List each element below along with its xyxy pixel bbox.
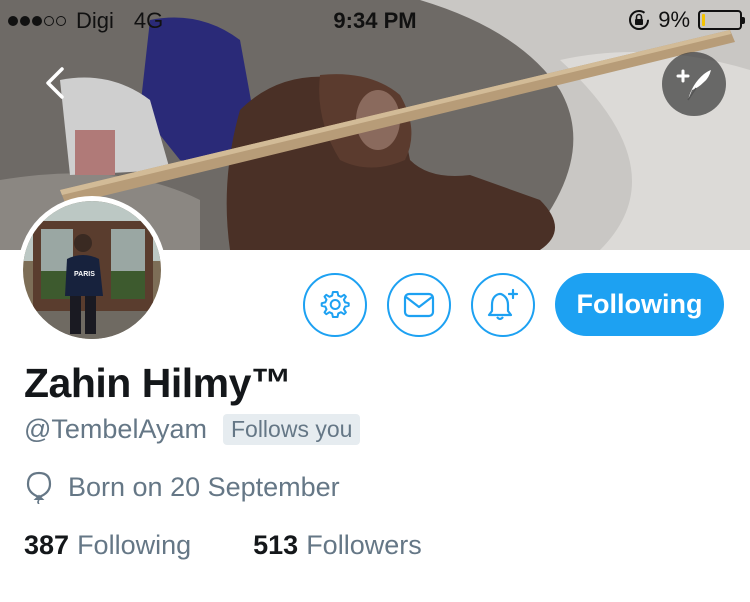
following-count: 387	[24, 530, 70, 560]
following-label: Following	[77, 530, 192, 560]
signal-dot	[32, 16, 42, 26]
followers-stat[interactable]: 513 Followers	[253, 530, 422, 561]
followers-count: 513	[253, 530, 299, 560]
network-type: 4G	[133, 8, 164, 33]
gear-icon	[320, 291, 350, 318]
signal-dot	[56, 16, 66, 26]
stats-row: 387 Following 513 Followers	[24, 530, 422, 561]
settings-button[interactable]	[303, 273, 367, 337]
birthday-text: Born on 20 September	[68, 471, 340, 502]
direct-message-button[interactable]	[387, 273, 451, 337]
signal-dot	[44, 16, 54, 26]
handle-row: @TembelAyam Follows you	[24, 414, 361, 445]
avatar-photo: PARIS	[23, 201, 161, 339]
user-handle: @TembelAyam	[24, 414, 207, 444]
balloon-icon	[26, 471, 52, 504]
carrier-name: Digi	[76, 8, 114, 33]
compose-tweet-icon	[676, 69, 711, 101]
status-left: Digi 4G	[8, 8, 163, 34]
chevron-left-icon	[46, 67, 64, 99]
birthday-row: Born on 20 September	[24, 470, 340, 504]
compose-tweet-button[interactable]	[662, 52, 726, 116]
avatar[interactable]: PARIS	[18, 196, 166, 344]
display-name: Zahin Hilmy™	[24, 360, 292, 406]
battery-icon	[698, 10, 745, 30]
follows-you-badge: Follows you	[222, 414, 361, 445]
battery-percent: 9%	[658, 7, 690, 32]
status-bar: Digi 4G 9:34 PM 9%	[0, 0, 750, 40]
signal-strength-icon	[8, 16, 66, 26]
following-button[interactable]: Following	[555, 273, 724, 336]
battery-fill	[702, 14, 705, 26]
battery-tip	[742, 17, 745, 24]
bell-plus-icon	[487, 288, 519, 321]
back-button[interactable]	[34, 62, 76, 104]
notifications-button[interactable]	[471, 273, 535, 337]
envelope-icon	[403, 292, 435, 318]
signal-dot	[8, 16, 18, 26]
signal-dot	[20, 16, 30, 26]
status-right: 9%	[628, 7, 745, 33]
following-stat[interactable]: 387 Following	[24, 530, 191, 561]
followers-label: Followers	[306, 530, 422, 560]
rotation-lock-icon	[629, 10, 650, 30]
svg-text:PARIS: PARIS	[74, 271, 95, 278]
